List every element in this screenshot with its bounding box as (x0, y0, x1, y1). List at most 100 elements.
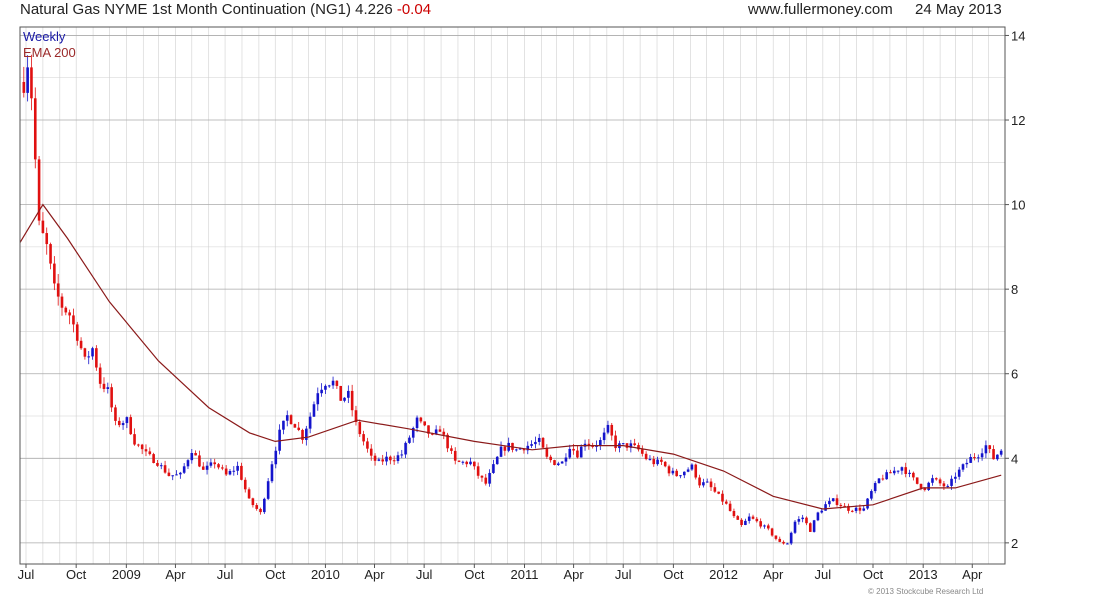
candle-body (877, 478, 881, 484)
candle-down (41, 212, 45, 234)
candle-up (125, 416, 129, 429)
candle-down (217, 463, 220, 470)
candle-up (621, 442, 625, 445)
candle-body (656, 459, 659, 465)
candle-down (45, 227, 49, 255)
candle-body (778, 538, 782, 542)
candle-up (396, 451, 400, 464)
candle-body (698, 477, 701, 486)
candle-down (301, 428, 304, 444)
candle-up (274, 446, 278, 469)
candle-body (610, 424, 614, 436)
candle-down (484, 473, 488, 486)
candle-body (721, 493, 724, 502)
candle-body (755, 518, 759, 522)
candle-down (889, 469, 892, 474)
candle-up (182, 463, 186, 475)
candle-body (866, 498, 869, 509)
candle-body (915, 477, 919, 484)
candle-body (766, 525, 770, 529)
candle-down (476, 462, 480, 479)
y-tick-label: 10 (1011, 198, 1025, 213)
candle-body (106, 387, 110, 389)
candle-up (278, 424, 281, 455)
candle-body (259, 508, 262, 513)
candle-down (427, 425, 430, 438)
candle-body (900, 467, 904, 471)
candle-body (110, 387, 113, 408)
x-tick-label: 2009 (112, 567, 141, 582)
candle-body (980, 453, 984, 458)
candle-body (461, 461, 465, 463)
candle-down (541, 436, 545, 449)
candle-down (83, 347, 87, 360)
candle-body (652, 459, 656, 465)
candle-down (633, 438, 636, 447)
candle-up (747, 513, 751, 524)
candle-body (705, 481, 709, 483)
candle-body (709, 481, 713, 488)
x-tick-label: Apr (364, 567, 385, 582)
candle-down (240, 462, 243, 481)
candle-body (812, 520, 816, 532)
candle-body (641, 449, 644, 454)
candle-body (515, 449, 518, 451)
candle-body (789, 532, 793, 544)
candle-up (927, 481, 930, 492)
candle-up (320, 383, 323, 397)
candle-down (56, 274, 60, 306)
y-axis: 2 4 6 8 10 12 14 (1005, 28, 1025, 551)
candle-down (675, 468, 678, 477)
candle-body (667, 466, 671, 474)
candle-body (285, 415, 289, 421)
candle-down (163, 460, 167, 474)
candle-body (312, 404, 316, 417)
candle-body (465, 461, 468, 465)
candle-up (686, 467, 690, 473)
candle-body (671, 470, 675, 474)
candle-body (56, 283, 60, 297)
x-tick-label: Oct (265, 567, 286, 582)
candle-up (946, 484, 950, 488)
candle-body (694, 464, 698, 478)
candle-up (618, 440, 621, 453)
candle-body (469, 461, 472, 465)
candle-down (423, 421, 426, 427)
candle-down (98, 363, 102, 389)
candle-up (87, 350, 91, 365)
candle-body (763, 525, 766, 527)
candle-down (728, 500, 732, 512)
candle-up (648, 455, 652, 461)
x-tick-label: Jul (416, 567, 433, 582)
candle-body (602, 432, 606, 441)
candle-body (358, 422, 362, 435)
candle-up (954, 472, 957, 483)
candle-body (324, 385, 327, 390)
candle-body (75, 324, 79, 341)
candle-body (820, 510, 824, 513)
candle-up (831, 497, 835, 502)
candlestick-series (22, 54, 1003, 546)
candle-body (885, 472, 888, 480)
candle-up (560, 460, 564, 464)
candle-body (572, 448, 575, 451)
candle-up (957, 466, 961, 480)
candle-body (816, 512, 820, 521)
candle-body (83, 348, 87, 357)
candle-body (175, 474, 178, 476)
x-tick-label: Oct (66, 567, 87, 582)
candle-down (473, 461, 476, 470)
candle-down (724, 499, 728, 505)
candle-body (499, 446, 503, 457)
candle-up (828, 497, 831, 508)
candle-body (343, 397, 346, 401)
candle-body (450, 448, 453, 451)
candle-body (404, 442, 407, 455)
candle-body (946, 485, 950, 487)
candle-up (557, 461, 560, 466)
candle-body (114, 407, 117, 421)
candle-body (568, 448, 572, 458)
candle-body (480, 475, 484, 478)
copyright-note: © 2013 Stockcube Research Ltd (868, 587, 984, 596)
candle-down (770, 527, 774, 537)
